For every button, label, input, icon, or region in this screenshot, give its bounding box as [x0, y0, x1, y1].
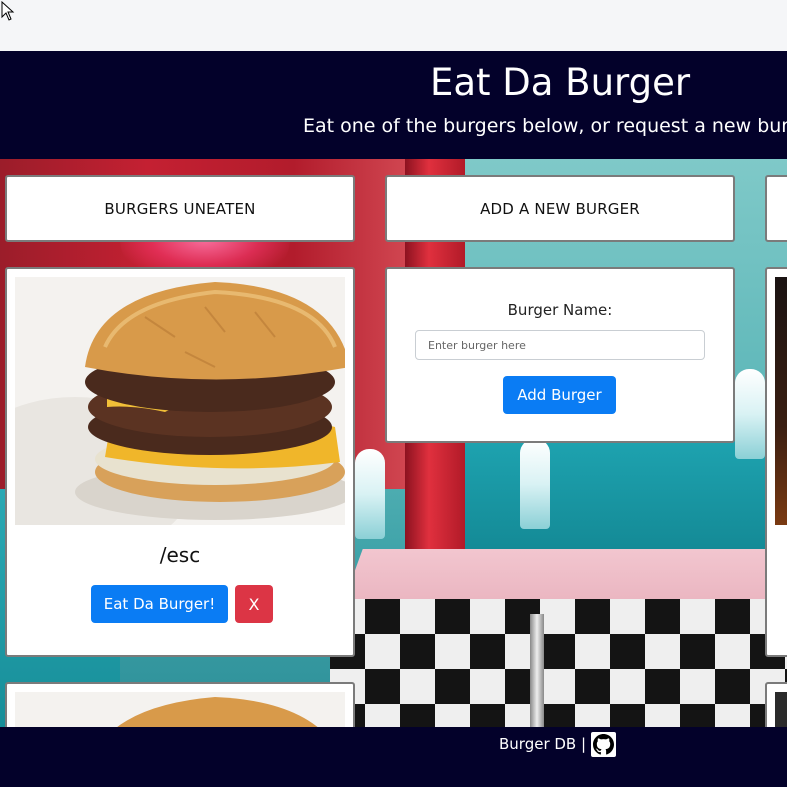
devoured-burger-card [765, 267, 787, 657]
burger-card: /esc Eat Da Burger! X [5, 267, 355, 657]
browser-chrome [0, 0, 787, 51]
uneaten-column-header: BURGERS UNEATEN [5, 175, 355, 242]
page-title: Eat Da Burger [429, 61, 691, 104]
burger-name-label: Burger Name: [507, 301, 613, 319]
uneaten-heading: BURGERS UNEATEN [104, 199, 256, 218]
site-footer: Burger DB | [0, 727, 787, 787]
devoured-column-header [765, 175, 787, 242]
burger-name: /esc [159, 543, 201, 567]
eat-burger-button[interactable]: Eat Da Burger! [91, 585, 228, 623]
burger-name-input[interactable] [415, 330, 705, 360]
add-heading: ADD A NEW BURGER [480, 199, 640, 218]
page-subtitle: Eat one of the burgers below, or request… [303, 115, 787, 137]
add-column-header: ADD A NEW BURGER [385, 175, 735, 242]
add-burger-form: Burger Name: Add Burger [385, 267, 735, 443]
burger-image [15, 277, 345, 525]
github-icon[interactable] [591, 732, 616, 757]
delete-burger-button[interactable]: X [235, 585, 273, 623]
footer-text: Burger DB | [499, 735, 587, 753]
mouse-cursor-icon [1, 1, 15, 21]
site-header: Eat Da Burger Eat one of the burgers bel… [0, 51, 787, 159]
add-burger-button[interactable]: Add Burger [503, 376, 616, 414]
